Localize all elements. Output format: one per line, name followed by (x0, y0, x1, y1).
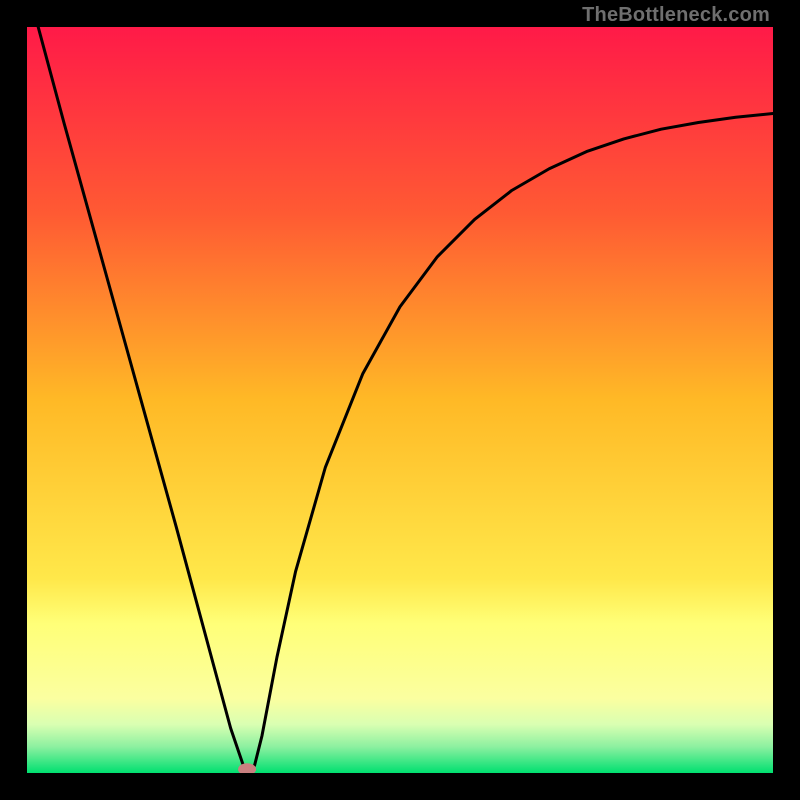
plot-area (27, 27, 773, 773)
watermark-text: TheBottleneck.com (582, 4, 770, 27)
frame: TheBottleneck.com (0, 0, 800, 800)
gradient-background (27, 27, 773, 773)
bottleneck-chart (27, 27, 773, 773)
